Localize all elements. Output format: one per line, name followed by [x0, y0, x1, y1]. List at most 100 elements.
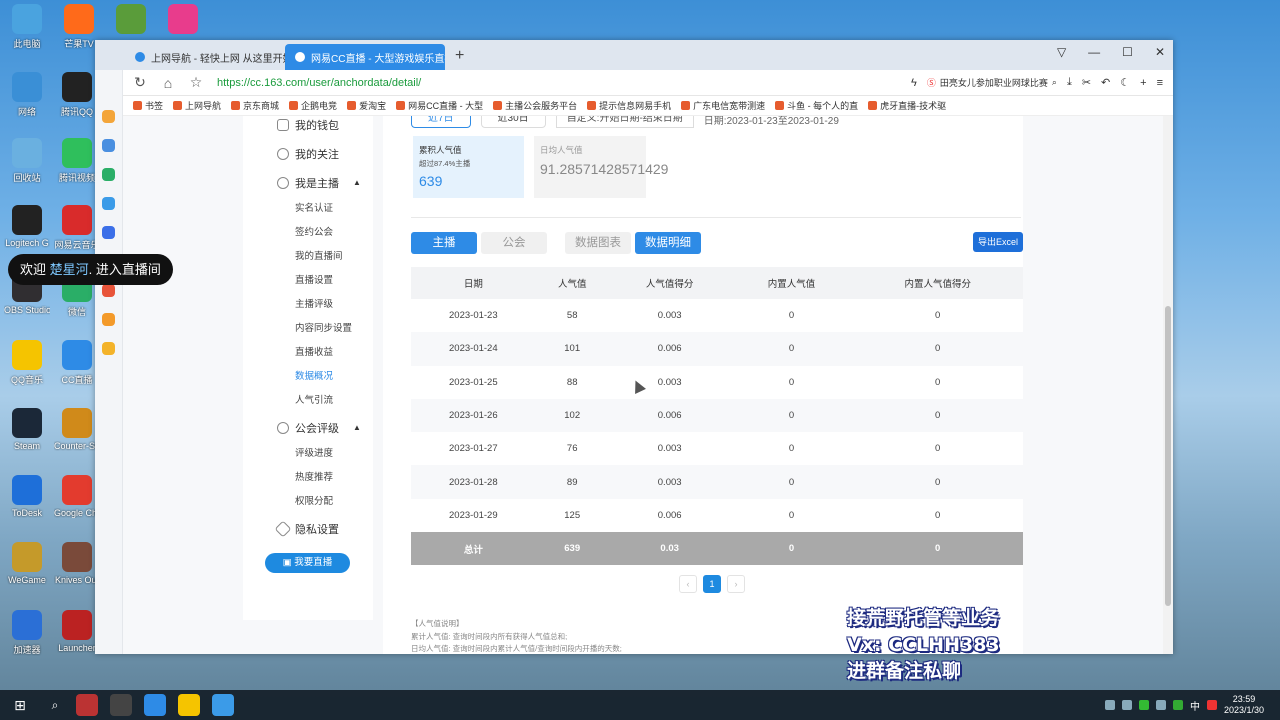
sidebar-search-icon[interactable] — [102, 313, 115, 326]
prev-page-button[interactable]: ‹ — [679, 575, 697, 593]
tab-navigation[interactable]: 上网导航 - 轻快上网 从这里开始 — [125, 44, 285, 70]
menu-sub-item[interactable]: 内容同步设置 — [243, 317, 373, 341]
windows-start-icon[interactable]: ⊞ — [0, 697, 40, 714]
home-icon[interactable]: ⌂ — [161, 75, 175, 91]
ime-indicator[interactable]: 中 — [1190, 698, 1200, 713]
export-excel-button[interactable]: 导出Excel — [973, 232, 1023, 252]
custom-date-input[interactable]: 自定义:开始日期-结束日期 — [555, 116, 694, 128]
bookmark-item[interactable]: 斗鱼 - 每个人的直 — [775, 99, 858, 112]
scissors-icon[interactable]: ✂ — [1082, 76, 1091, 89]
range-7-days-button[interactable]: 近7日 — [411, 116, 471, 128]
menu-sub-item[interactable]: 评级进度 — [243, 442, 373, 466]
tab-anchor[interactable]: 主播 — [411, 232, 477, 254]
undo-icon[interactable]: ↶ — [1101, 76, 1110, 89]
favorites-icon[interactable]: ▽ — [1057, 45, 1066, 59]
maximize-button[interactable]: ☐ — [1122, 45, 1133, 59]
lightning-icon[interactable]: ϟ — [911, 77, 917, 89]
tab-guild[interactable]: 公会 — [481, 232, 547, 254]
bookmark-item[interactable]: 网易CC直播 - 大型 — [396, 99, 483, 112]
next-page-button[interactable]: › — [727, 575, 745, 593]
bookmark-item[interactable]: 爱淘宝 — [347, 99, 386, 112]
tray-icon[interactable] — [1206, 700, 1217, 710]
desktop-app-icon[interactable]: 网易云音乐 — [54, 205, 100, 251]
tab-data-chart[interactable]: 数据图表 — [565, 232, 631, 254]
taskbar-app-icon[interactable] — [76, 694, 98, 716]
desktop-app-icon[interactable]: Google Chrome — [54, 475, 100, 518]
tray-icon[interactable] — [1155, 700, 1166, 710]
taskbar-app-icon[interactable] — [110, 694, 132, 716]
taskbar-app-icon[interactable] — [144, 694, 166, 716]
menu-sub-item[interactable]: 数据概况 — [243, 365, 373, 389]
desktop-app-icon[interactable]: 腾讯QQ — [54, 72, 100, 118]
page-button-current[interactable]: 1 — [703, 575, 721, 593]
search-suggestion[interactable]: Ⓢ 田亮女儿参加职业网球比赛 ⌕ — [927, 76, 1057, 89]
tray-icon[interactable] — [1138, 700, 1149, 710]
sidebar-pdf-icon[interactable] — [102, 284, 115, 297]
desktop-app-icon[interactable]: 回收站 — [4, 138, 50, 184]
scrollbar-thumb[interactable] — [1165, 306, 1171, 606]
menu-sub-item[interactable]: 主播评级 — [243, 293, 373, 317]
menu-sub-item[interactable]: 权限分配 — [243, 490, 373, 514]
range-30-days-button[interactable]: 近30日 — [480, 116, 546, 128]
desktop-app-icon[interactable]: QQ音乐 — [4, 340, 50, 386]
menu-sub-item[interactable]: 直播收益 — [243, 341, 373, 365]
menu-guild-group[interactable]: 公会评级 ▲ — [243, 413, 373, 442]
desktop-app-icon[interactable]: ToDesk — [4, 475, 50, 518]
desktop-app-icon[interactable]: 加速器 — [4, 610, 50, 656]
menu-sub-item[interactable]: 热度推荐 — [243, 466, 373, 490]
menu-icon[interactable]: ≡ — [1157, 77, 1163, 89]
taskbar-browser-icon[interactable] — [212, 694, 234, 716]
clock[interactable]: 23:59 2023/1/30 — [1224, 694, 1264, 716]
menu-privacy[interactable]: 隐私设置 — [243, 514, 373, 543]
desktop-app-icon[interactable]: Counter-Strike Global Off — [54, 408, 100, 451]
bookmark-item[interactable]: 企鹅电竞 — [289, 99, 337, 112]
bookmark-item[interactable]: 京东商城 — [231, 99, 279, 112]
desktop-app-icon[interactable]: WeGame — [4, 542, 50, 585]
menu-sub-item[interactable]: 签约公会 — [243, 221, 373, 245]
bookmark-item[interactable]: 广东电信宽带测速 — [681, 99, 765, 112]
reload-icon[interactable]: ↻ — [133, 74, 147, 91]
bookmark-item[interactable]: 虎牙直播-技术驱 — [868, 99, 946, 112]
tray-icon[interactable] — [1172, 700, 1183, 710]
url-field[interactable]: https://cc.163.com/user/anchordata/detai… — [217, 77, 897, 89]
sidebar-clock-icon[interactable] — [102, 139, 115, 152]
desktop-app-icon[interactable]: Knives Out — [54, 542, 100, 585]
bookmark-item[interactable]: 提示信息网易手机 — [587, 99, 671, 112]
download-icon[interactable]: ⤓ — [1067, 76, 1072, 89]
menu-sub-item[interactable]: 人气引流 — [243, 389, 373, 413]
close-button[interactable]: ✕ — [1155, 45, 1165, 59]
menu-anchor-group[interactable]: 我是主播 ▲ — [243, 168, 373, 197]
minimize-button[interactable]: — — [1088, 45, 1100, 59]
desktop-app-icon[interactable]: CC直播 — [54, 340, 100, 386]
bookmark-item[interactable]: 上网导航 — [173, 99, 221, 112]
go-live-button[interactable]: ▣ 我要直播 — [265, 553, 350, 573]
page-scrollbar[interactable] — [1163, 116, 1173, 654]
taskbar-app-icon[interactable] — [178, 694, 200, 716]
menu-wallet[interactable]: 我的钱包 — [243, 116, 373, 139]
desktop-app-icon[interactable]: Steam — [4, 408, 50, 451]
menu-sub-item[interactable]: 实名认证 — [243, 197, 373, 221]
menu-follow[interactable]: 我的关注 — [243, 139, 373, 168]
tray-icon[interactable] — [1104, 700, 1115, 710]
bookmark-item[interactable]: 主播公会服务平台 — [493, 99, 577, 112]
desktop-app-icon[interactable]: Logitech G — [4, 205, 50, 248]
sidebar-note-icon[interactable] — [102, 342, 115, 355]
sidebar-wechat-icon[interactable] — [102, 168, 115, 181]
plus-icon[interactable]: + — [1140, 77, 1146, 89]
desktop-app-icon[interactable]: Launcher — [54, 610, 100, 653]
tab-cc-live[interactable]: 网易CC直播 - 大型游戏娱乐直播平台✕ — [285, 44, 445, 70]
sidebar-chat-icon[interactable] — [102, 226, 115, 239]
menu-sub-item[interactable]: 直播设置 — [243, 269, 373, 293]
bookmark-item[interactable]: 书签 — [133, 99, 163, 112]
desktop-app-icon[interactable]: 腾讯视频 — [54, 138, 100, 184]
sidebar-app-icon[interactable] — [102, 110, 115, 123]
tray-icon[interactable] — [1121, 700, 1132, 710]
desktop-app-icon[interactable]: 网络 — [4, 72, 50, 118]
new-tab-button[interactable]: + — [445, 47, 474, 70]
search-icon[interactable]: ⌕ — [40, 698, 70, 713]
moon-icon[interactable]: ☾ — [1120, 76, 1130, 89]
sidebar-mail-icon[interactable] — [102, 197, 115, 210]
star-icon[interactable]: ☆ — [189, 74, 203, 91]
tab-data-detail[interactable]: 数据明细 — [635, 232, 701, 254]
menu-sub-item[interactable]: 我的直播间 — [243, 245, 373, 269]
